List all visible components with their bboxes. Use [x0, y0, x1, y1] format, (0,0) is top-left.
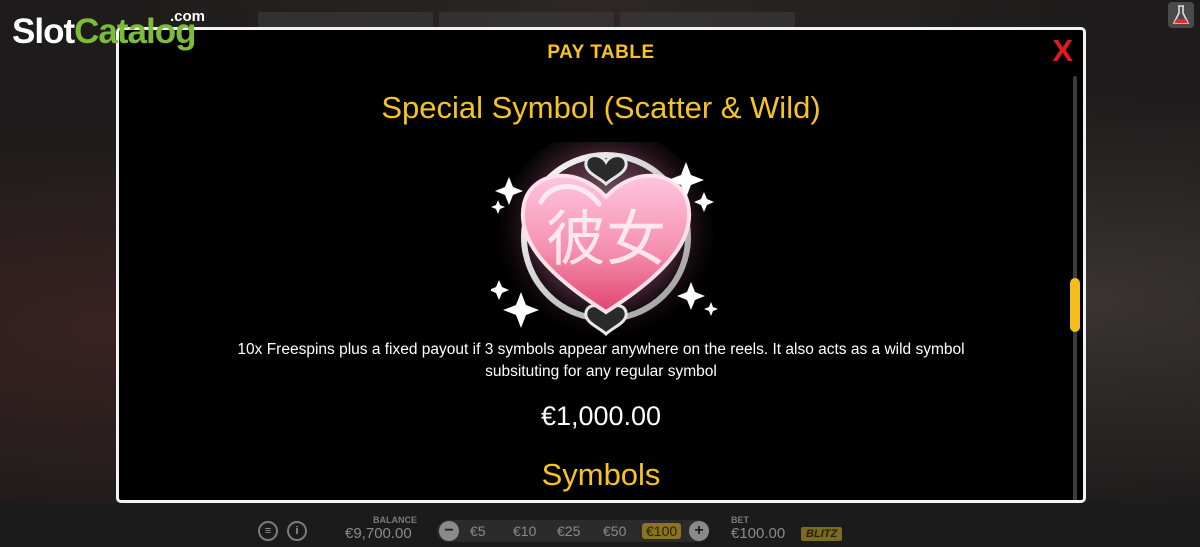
- decrease-bet-button[interactable]: −: [439, 521, 459, 541]
- bet-option-5[interactable]: €5: [470, 523, 486, 539]
- bet-label: BET: [731, 515, 749, 525]
- blitz-badge[interactable]: BLITZ: [801, 527, 843, 541]
- heart-scatter-wild-symbol: 彼女: [491, 142, 718, 342]
- close-button[interactable]: X: [1052, 35, 1073, 66]
- bet-option-25[interactable]: €25: [557, 523, 580, 539]
- info-icon[interactable]: i: [287, 521, 307, 541]
- bet-option-100-selected[interactable]: €100: [642, 523, 682, 539]
- paytable-title: PAY TABLE: [547, 42, 655, 63]
- special-symbol-payout: €1,000.00: [540, 401, 662, 431]
- special-symbol-description: 10x Freespins plus a fixed payout if 3 s…: [237, 341, 965, 380]
- bet-option-10[interactable]: €10: [513, 523, 536, 539]
- special-symbol-heading: Special Symbol (Scatter & Wild): [381, 90, 821, 125]
- bet-value: €100.00: [731, 525, 786, 542]
- heart-kanji-text: 彼女: [546, 205, 666, 275]
- increase-bet-button[interactable]: +: [689, 521, 709, 541]
- logo-slot-text: Slot: [12, 12, 75, 51]
- bet-option-50[interactable]: €50: [603, 523, 626, 539]
- balance-value: €9,700.00: [345, 525, 412, 542]
- symbols-heading: Symbols: [541, 457, 661, 492]
- balance-label: BALANCE: [373, 515, 417, 525]
- paytable-modal: PAY TABLE X Special Symbol (Scatter & Wi…: [116, 27, 1086, 503]
- flask-icon[interactable]: [1168, 2, 1194, 28]
- scrollbar-thumb[interactable]: [1070, 278, 1080, 332]
- slotcatalog-logo: SlotCatalog .com: [12, 8, 205, 52]
- menu-icon[interactable]: ≡: [258, 521, 278, 541]
- logo-com-text: .com: [170, 8, 206, 25]
